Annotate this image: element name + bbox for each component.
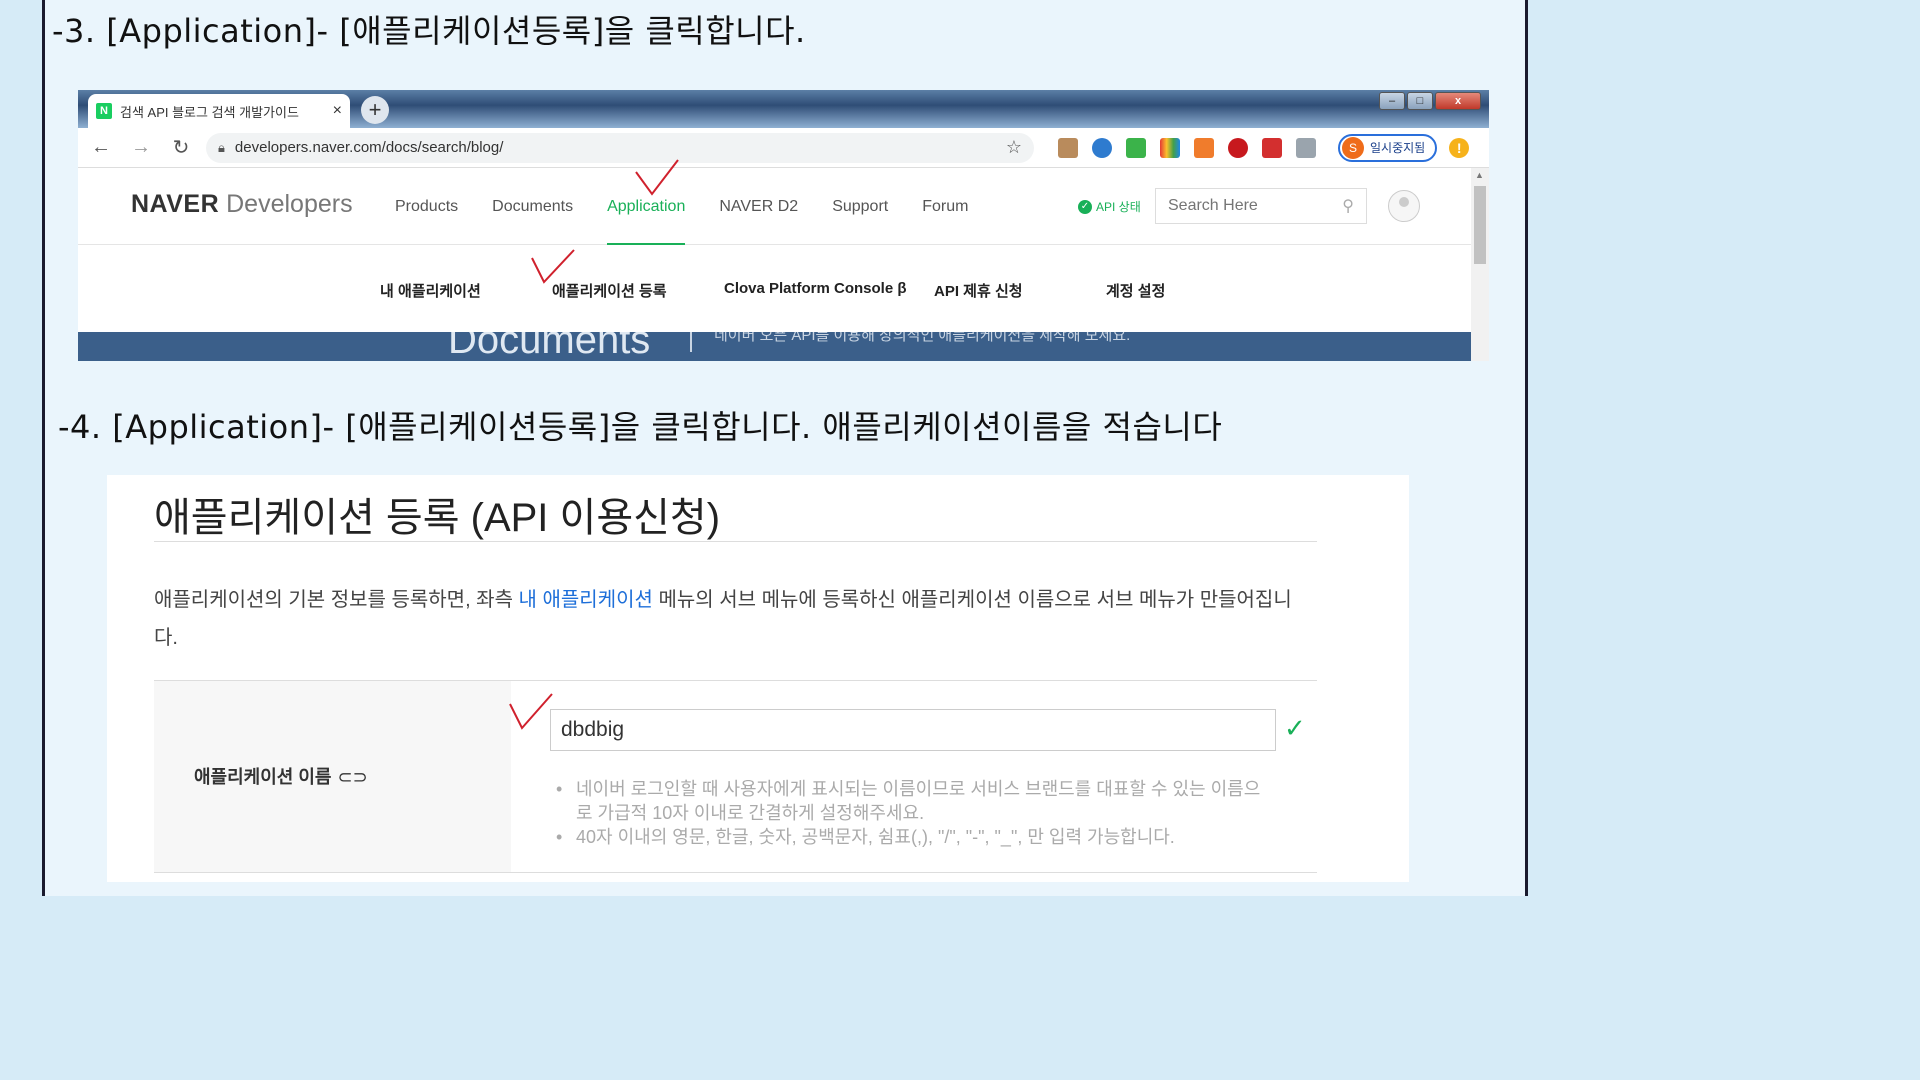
api-status-label: API 상태 [1096, 200, 1141, 214]
profile-label: 일시중지됨 [1370, 141, 1426, 155]
subnav-my-application[interactable]: 내 애플리케이션 [380, 280, 481, 301]
profile-button[interactable]: S 일시중지됨 [1338, 133, 1438, 162]
page-scrollbar[interactable]: ▲ [1471, 168, 1489, 361]
browser-screenshot: N 검색 API 블로그 검색 개발가이드 × + – □ x ← → ↻ 🔒︎… [78, 90, 1489, 361]
tab-title: 검색 API 블로그 검색 개발가이드 [120, 104, 299, 120]
update-alert-icon[interactable]: ! [1449, 137, 1470, 158]
nav-naver-d2[interactable]: NAVER D2 [702, 168, 815, 245]
hint-item: 네이버 로그인할 때 사용자에게 표시되는 이름이므로 서비스 브랜드를 대표할… [554, 777, 1274, 825]
reload-icon[interactable]: ↻ [164, 131, 198, 165]
extension-colors-icon[interactable] [1160, 137, 1180, 158]
extension-globe-icon[interactable] [1092, 137, 1112, 158]
banner-text: 네이버 오픈 API를 이용해 창의적인 애플리케이션을 제작해 보세요. [714, 332, 1131, 344]
extension-window-icon[interactable] [1296, 137, 1316, 158]
maximize-button[interactable]: □ [1407, 92, 1433, 110]
title-divider [154, 541, 1317, 542]
application-name-row: 애플리케이션 이름⊂⊃ ✓ 네이버 로그인할 때 사용자에게 표시되는 이름이므… [154, 680, 1317, 873]
field-hints: 네이버 로그인할 때 사용자에게 표시되는 이름이므로 서비스 브랜드를 대표할… [554, 777, 1274, 849]
window-controls: – □ x [1379, 92, 1481, 110]
address-toolbar: ← → ↻ 🔒︎ developers.naver.com/docs/searc… [78, 128, 1489, 168]
banner-title: Documents [448, 332, 651, 361]
lock-icon: 🔒︎ [218, 139, 225, 155]
check-circle-icon: ✓ [1078, 199, 1092, 214]
naver-favicon-icon: N [96, 103, 112, 119]
main-nav: Products Documents Application NAVER D2 … [378, 168, 985, 245]
close-window-button[interactable]: x [1435, 92, 1481, 110]
search-icon[interactable]: ⚲ [1342, 196, 1354, 216]
nav-support[interactable]: Support [815, 168, 905, 245]
scroll-thumb[interactable] [1474, 186, 1486, 264]
red-check-mark-icon [508, 692, 554, 732]
bookmark-star-icon[interactable]: ☆ [1006, 137, 1022, 158]
adblock-plus-icon[interactable] [1228, 137, 1248, 158]
extension-tool-icon[interactable] [1058, 137, 1078, 158]
banner-divider [690, 332, 692, 352]
site-header: NAVER Developers Products Documents Appl… [78, 168, 1471, 245]
forward-arrow-icon[interactable]: → [124, 131, 158, 165]
address-bar[interactable]: 🔒︎ developers.naver.com/docs/search/blog… [206, 132, 1034, 163]
documents-banner: Documents 네이버 오픈 API를 이용해 창의적인 애플리케이션을 제… [78, 332, 1471, 361]
hint-item: 40자 이내의 영문, 한글, 숫자, 공백문자, 쉼표(,), "/", "-… [554, 825, 1274, 849]
extension-rx-icon[interactable] [1194, 137, 1214, 158]
tab-bar: N 검색 API 블로그 검색 개발가이드 × + – □ x [78, 90, 1489, 128]
new-tab-button[interactable]: + [361, 96, 389, 124]
subnav-clova-console[interactable]: Clova Platform Console β [724, 280, 907, 297]
application-name-input[interactable] [550, 709, 1276, 751]
red-check-mark-icon [634, 158, 680, 198]
link-icon: ⊂⊃ [337, 767, 368, 787]
scroll-up-icon[interactable]: ▲ [1475, 170, 1484, 180]
subnav-api-partnership[interactable]: API 제휴 신청 [934, 280, 1023, 301]
extension-play-icon[interactable] [1262, 137, 1282, 158]
red-check-mark-icon [530, 248, 576, 288]
my-application-link[interactable]: 내 애플리케이션 [519, 589, 653, 611]
profile-avatar: S [1342, 136, 1364, 159]
api-status[interactable]: ✓ API 상태 [1078, 198, 1141, 215]
valid-check-icon: ✓ [1284, 713, 1306, 743]
site-search: ⚲ [1155, 188, 1367, 224]
subnav-account-settings[interactable]: 계정 설정 [1106, 280, 1165, 301]
field-label-cell: 애플리케이션 이름 ⊂⊃ [154, 681, 511, 872]
application-name-label: 애플리케이션 이름 ⊂⊃ [194, 767, 368, 787]
registration-description: 애플리케이션의 기본 정보를 등록하면, 좌측 내 애플리케이션 메뉴의 서브 … [154, 589, 1292, 649]
sub-nav: 내 애플리케이션 애플리케이션 등록 Clova Platform Consol… [78, 246, 1471, 332]
search-input[interactable] [1168, 197, 1343, 215]
page-title: 애플리케이션 등록 (API 이용신청) [154, 496, 721, 540]
browser-tab[interactable]: N 검색 API 블로그 검색 개발가이드 × [88, 94, 350, 128]
step-3-title: -3. [Application]- [애플리케이션등록]을 클릭합니다. [52, 12, 806, 50]
nav-forum[interactable]: Forum [905, 168, 985, 245]
nav-products[interactable]: Products [378, 168, 475, 245]
user-avatar[interactable] [1388, 190, 1420, 222]
minimize-button[interactable]: – [1379, 92, 1405, 110]
nav-documents[interactable]: Documents [475, 168, 590, 245]
step-4-title: -4. [Application]- [애플리케이션등록]을 클릭합니다. 애플… [58, 408, 1223, 446]
application-registration-screenshot: 애플리케이션 등록 (API 이용신청) 애플리케이션의 기본 정보를 등록하면… [107, 475, 1409, 882]
extensions [1058, 137, 1316, 158]
naver-developers-logo[interactable]: NAVER Developers [131, 190, 353, 219]
url-text: developers.naver.com/docs/search/blog/ [234, 139, 504, 156]
back-arrow-icon[interactable]: ← [84, 131, 118, 165]
extension-green-icon[interactable] [1126, 137, 1146, 158]
tab-close-icon[interactable]: × [333, 102, 342, 120]
